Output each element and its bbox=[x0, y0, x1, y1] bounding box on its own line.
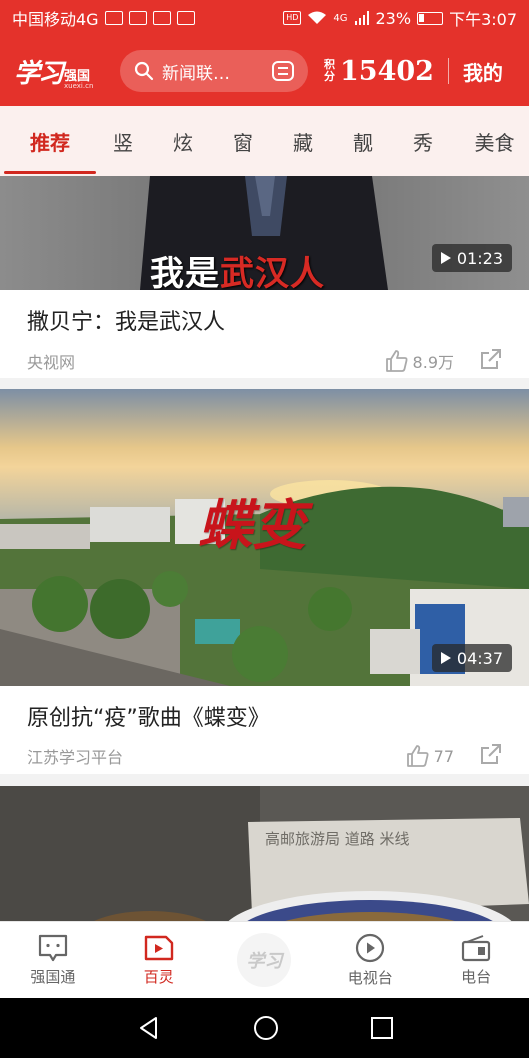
nav-qiangguotong[interactable]: 强国通 bbox=[0, 922, 106, 998]
tab-vertical[interactable]: 竖 bbox=[100, 106, 146, 176]
app-header: 学习 强国 xuexi.cn 新闻联… 积分 15402 我的 bbox=[0, 36, 529, 106]
tab-show[interactable]: 秀 bbox=[386, 106, 460, 176]
tab-collection[interactable]: 藏 bbox=[266, 106, 340, 176]
share-icon bbox=[481, 744, 501, 764]
video-source: 央视网 bbox=[27, 353, 76, 372]
play-circle-icon bbox=[356, 933, 385, 962]
card-separator bbox=[0, 774, 529, 786]
overlay-caption-prefix: 我是 bbox=[150, 254, 220, 290]
chat-icon bbox=[38, 934, 67, 961]
tab-window[interactable]: 窗 bbox=[220, 106, 266, 176]
video-title[interactable]: 原创抗“疫”歌曲《蝶变》 bbox=[0, 686, 529, 738]
video-meta: 江苏学习平台 77 bbox=[0, 738, 529, 774]
video-thumbnail[interactable]: 我是武汉人 01:23 bbox=[0, 176, 529, 290]
overlay-caption: 蝶变 bbox=[198, 493, 306, 557]
back-icon[interactable] bbox=[136, 1015, 162, 1041]
battery-icon bbox=[417, 11, 444, 25]
like-button[interactable]: 77 bbox=[406, 745, 454, 767]
thumbs-up-icon bbox=[406, 745, 429, 767]
duration-label: 04:37 bbox=[456, 648, 503, 668]
video-icon bbox=[144, 935, 173, 960]
tab-recommend[interactable]: 推荐 bbox=[0, 106, 100, 176]
video-thumbnail[interactable]: 高邮旅游局 道路 米线 bbox=[0, 786, 529, 921]
score-label: 积分 bbox=[324, 58, 335, 83]
battery-percent: 23% bbox=[375, 8, 412, 28]
share-button[interactable] bbox=[480, 743, 502, 769]
tab-cool[interactable]: 炫 bbox=[146, 106, 220, 176]
nav-bailing[interactable]: 百灵 bbox=[106, 922, 212, 998]
play-icon bbox=[440, 652, 451, 664]
video-card[interactable]: 高邮旅游局 道路 米线 bbox=[0, 786, 529, 921]
search-icon bbox=[134, 61, 154, 81]
network-label: 4G bbox=[333, 12, 348, 24]
nav-label: 电台 bbox=[461, 967, 492, 986]
notification-icon bbox=[128, 11, 147, 25]
mine-button[interactable]: 我的 bbox=[463, 57, 503, 86]
nav-study[interactable]: 学习 bbox=[212, 922, 318, 998]
share-button[interactable] bbox=[480, 348, 502, 374]
nav-label: 强国通 bbox=[30, 967, 76, 986]
menu-icon[interactable] bbox=[272, 61, 294, 81]
radio-icon bbox=[461, 934, 491, 961]
share-icon bbox=[481, 349, 501, 369]
search-placeholder: 新闻联… bbox=[162, 63, 230, 84]
video-feed: 我是武汉人 01:23 撒贝宁：我是武汉人 央视网 8.9万 蝶变 04:37 … bbox=[0, 176, 529, 921]
notification-icon bbox=[176, 11, 195, 25]
like-button[interactable]: 8.9万 bbox=[385, 349, 454, 373]
logo-url: xuexi.cn bbox=[64, 81, 94, 90]
thumbs-up-icon bbox=[385, 350, 408, 372]
nav-radio[interactable]: 电台 bbox=[423, 922, 529, 998]
study-logo-icon: 学习 bbox=[237, 933, 292, 987]
system-nav-bar bbox=[0, 998, 529, 1058]
recents-icon[interactable] bbox=[370, 1016, 394, 1040]
category-tabs: 推荐 竖 炫 窗 藏 靓 秀 美食 bbox=[0, 106, 529, 176]
duration-label: 01:23 bbox=[456, 248, 503, 268]
tab-beauty[interactable]: 靓 bbox=[340, 106, 386, 176]
clock: 下午3:07 bbox=[449, 10, 517, 29]
search-bar[interactable]: 新闻联… bbox=[120, 50, 308, 92]
hd-icon: HD bbox=[283, 11, 302, 25]
play-icon bbox=[440, 252, 451, 264]
logo-text: 学习 bbox=[14, 58, 64, 89]
video-title[interactable]: 撒贝宁：我是武汉人 bbox=[0, 290, 529, 344]
nav-tv[interactable]: 电视台 bbox=[317, 922, 423, 998]
app-logo[interactable]: 学习 强国 xuexi.cn bbox=[14, 53, 114, 90]
nav-label: 电视台 bbox=[347, 968, 393, 987]
duration-badge: 04:37 bbox=[431, 644, 512, 672]
video-thumbnail[interactable]: 蝶变 04:37 bbox=[0, 389, 529, 686]
video-card[interactable]: 我是武汉人 01:23 撒贝宁：我是武汉人 央视网 8.9万 bbox=[0, 176, 529, 389]
home-icon[interactable] bbox=[253, 1015, 279, 1041]
signal-icon bbox=[354, 11, 369, 25]
like-count: 77 bbox=[433, 746, 454, 766]
carrier-label: 中国移动4G bbox=[12, 10, 99, 29]
like-count: 8.9万 bbox=[412, 353, 454, 372]
header-divider bbox=[447, 58, 449, 84]
video-source: 江苏学习平台 bbox=[27, 748, 124, 767]
notification-icon bbox=[104, 11, 123, 25]
thumbnail-image bbox=[0, 786, 529, 921]
score-value: 15402 bbox=[340, 55, 434, 87]
nav-label: 百灵 bbox=[143, 967, 174, 986]
video-card[interactable]: 蝶变 04:37 原创抗“疫”歌曲《蝶变》 江苏学习平台 77 bbox=[0, 389, 529, 786]
bottom-nav: 强国通 百灵 学习 电视台 电台 bbox=[0, 921, 529, 998]
card-separator bbox=[0, 378, 529, 389]
status-bar: 中国移动4G HD 4G 23% 下午3:07 bbox=[0, 0, 529, 36]
overlay-caption-highlight: 武汉人 bbox=[220, 254, 325, 290]
wifi-icon bbox=[308, 11, 327, 24]
overlay-caption: 我是武汉人 bbox=[150, 246, 325, 290]
score-button[interactable]: 积分 15402 bbox=[324, 56, 434, 87]
logo-sub-label: 强国 bbox=[64, 68, 91, 84]
overlay-caption: 高邮旅游局 道路 米线 bbox=[265, 830, 410, 848]
logo-sub: 强国 xuexi.cn bbox=[64, 70, 93, 90]
tab-food[interactable]: 美食 bbox=[460, 106, 529, 176]
duration-badge: 01:23 bbox=[431, 244, 512, 272]
video-meta: 央视网 8.9万 bbox=[0, 344, 529, 378]
notification-icon bbox=[152, 11, 171, 25]
